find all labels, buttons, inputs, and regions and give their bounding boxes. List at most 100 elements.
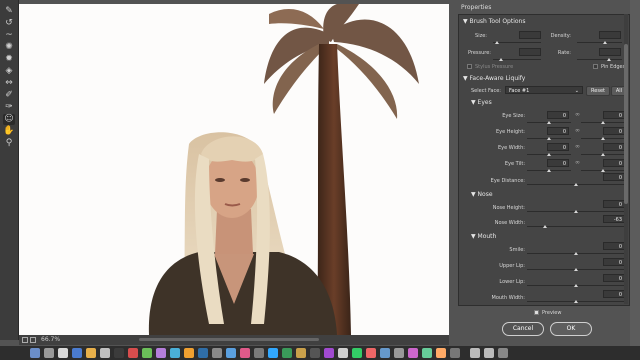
brush-options-heading[interactable]: ▼ Brush Tool Options: [463, 18, 525, 25]
smooth-icon[interactable]: ~: [3, 30, 15, 41]
push-left-icon[interactable]: ⇔: [3, 78, 15, 89]
eye-tilt-left-knob[interactable]: [547, 169, 551, 172]
app-icon[interactable]: [296, 348, 306, 358]
mouth-width-field[interactable]: 0: [603, 290, 625, 298]
reconstruct-icon[interactable]: ↺: [3, 18, 15, 29]
reset-button[interactable]: Reset: [586, 86, 610, 96]
lower-lip-field[interactable]: 0: [603, 274, 625, 282]
upper-lip-knob[interactable]: [574, 268, 578, 271]
app-icon[interactable]: [156, 348, 166, 358]
app-icon[interactable]: [338, 348, 348, 358]
zoom-level[interactable]: 66.7%: [41, 335, 60, 345]
app-icon[interactable]: [254, 348, 264, 358]
app-icon[interactable]: [408, 348, 418, 358]
mouth-width-knob[interactable]: [574, 300, 578, 303]
finder-icon[interactable]: [30, 348, 40, 358]
link-icon[interactable]: ∞: [575, 143, 580, 150]
folder-icon[interactable]: [484, 348, 494, 358]
link-icon[interactable]: ∞: [575, 111, 580, 118]
app-icon[interactable]: [436, 348, 446, 358]
app-icon[interactable]: [394, 348, 404, 358]
bloat-icon[interactable]: ◈: [3, 66, 15, 77]
app-icon[interactable]: [128, 348, 138, 358]
app-icon[interactable]: [170, 348, 180, 358]
minus-icon[interactable]: [22, 337, 28, 343]
nose-heading[interactable]: ▼ Nose: [471, 191, 493, 198]
eye-size-right-knob[interactable]: [601, 121, 605, 124]
photoshop-icon[interactable]: [268, 348, 278, 358]
select-face-dropdown[interactable]: Face #1 ⌄: [505, 86, 583, 94]
density-knob[interactable]: [603, 41, 607, 44]
nose-width-knob[interactable]: [543, 225, 547, 228]
rate-slider[interactable]: [577, 59, 622, 60]
app-icon[interactable]: [100, 348, 110, 358]
app-icon[interactable]: [282, 348, 292, 358]
rate-field[interactable]: [599, 48, 621, 56]
app-icon[interactable]: [142, 348, 152, 358]
nose-height-field[interactable]: 0: [603, 200, 625, 208]
image-canvas[interactable]: [19, 4, 449, 335]
app-icon[interactable]: [226, 348, 236, 358]
plus-icon[interactable]: [30, 337, 36, 343]
mouth-heading[interactable]: ▼ Mouth: [471, 233, 496, 240]
nose-height-knob[interactable]: [574, 210, 578, 213]
smile-field[interactable]: 0: [603, 242, 625, 250]
app-icon[interactable]: [310, 348, 320, 358]
app-icon[interactable]: [324, 348, 334, 358]
eye-distance-field[interactable]: 0: [603, 173, 625, 181]
eye-tilt-right-knob[interactable]: [601, 169, 605, 172]
size-slider[interactable]: [493, 42, 541, 43]
stylus-pressure-checkbox[interactable]: [467, 64, 472, 69]
rate-knob[interactable]: [607, 58, 611, 61]
eye-width-left-knob[interactable]: [547, 153, 551, 156]
app-icon[interactable]: [366, 348, 376, 358]
eye-tilt-right-field[interactable]: 0: [603, 159, 625, 167]
app-icon[interactable]: [450, 348, 460, 358]
smile-knob[interactable]: [574, 252, 578, 255]
horizontal-scrollbar[interactable]: [139, 338, 319, 341]
eye-width-left-field[interactable]: 0: [547, 143, 569, 151]
preview-checkbox[interactable]: [534, 310, 539, 315]
forward-warp-icon[interactable]: ✎: [3, 6, 15, 17]
folder-icon[interactable]: [470, 348, 480, 358]
trash-icon[interactable]: [498, 348, 508, 358]
size-knob[interactable]: [495, 41, 499, 44]
pressure-field[interactable]: [519, 48, 541, 56]
pressure-knob[interactable]: [499, 58, 503, 61]
zoom-icon[interactable]: ⚲: [3, 138, 15, 149]
freeze-mask-icon[interactable]: ✐: [3, 90, 15, 101]
eyes-heading[interactable]: ▼ Eyes: [471, 99, 492, 106]
eye-size-left-knob[interactable]: [547, 121, 551, 124]
app-icon[interactable]: [212, 348, 222, 358]
eye-height-left-knob[interactable]: [547, 137, 551, 140]
eye-distance-knob[interactable]: [574, 183, 578, 186]
safari-icon[interactable]: [58, 348, 68, 358]
app-icon[interactable]: [114, 348, 124, 358]
app-icon[interactable]: [184, 348, 194, 358]
upper-lip-field[interactable]: 0: [603, 258, 625, 266]
thaw-mask-icon[interactable]: ✑: [3, 102, 15, 113]
face-aware-heading[interactable]: ▼ Face-Aware Liquify: [463, 75, 525, 82]
size-field[interactable]: [519, 31, 541, 39]
pucker-icon[interactable]: ✹: [3, 54, 15, 65]
density-field[interactable]: [599, 31, 621, 39]
notes-icon[interactable]: [86, 348, 96, 358]
app-icon[interactable]: [198, 348, 208, 358]
link-icon[interactable]: ∞: [575, 127, 580, 134]
eye-size-right-field[interactable]: 0: [603, 111, 625, 119]
panel-scroll-thumb[interactable]: [624, 44, 628, 204]
eye-width-right-field[interactable]: 0: [603, 143, 625, 151]
twirl-icon[interactable]: ✺: [3, 42, 15, 53]
face-tool-icon[interactable]: ☺: [3, 114, 15, 125]
eye-tilt-left-field[interactable]: 0: [547, 159, 569, 167]
pin-edges-checkbox[interactable]: [593, 64, 598, 69]
panel-scrollbar[interactable]: [624, 14, 628, 304]
mail-icon[interactable]: [72, 348, 82, 358]
density-slider[interactable]: [577, 42, 622, 43]
eye-width-right-knob[interactable]: [601, 153, 605, 156]
app-icon[interactable]: [240, 348, 250, 358]
lower-lip-knob[interactable]: [574, 284, 578, 287]
eye-height-right-knob[interactable]: [601, 137, 605, 140]
nose-width-field[interactable]: -63: [603, 215, 625, 223]
app-icon[interactable]: [380, 348, 390, 358]
